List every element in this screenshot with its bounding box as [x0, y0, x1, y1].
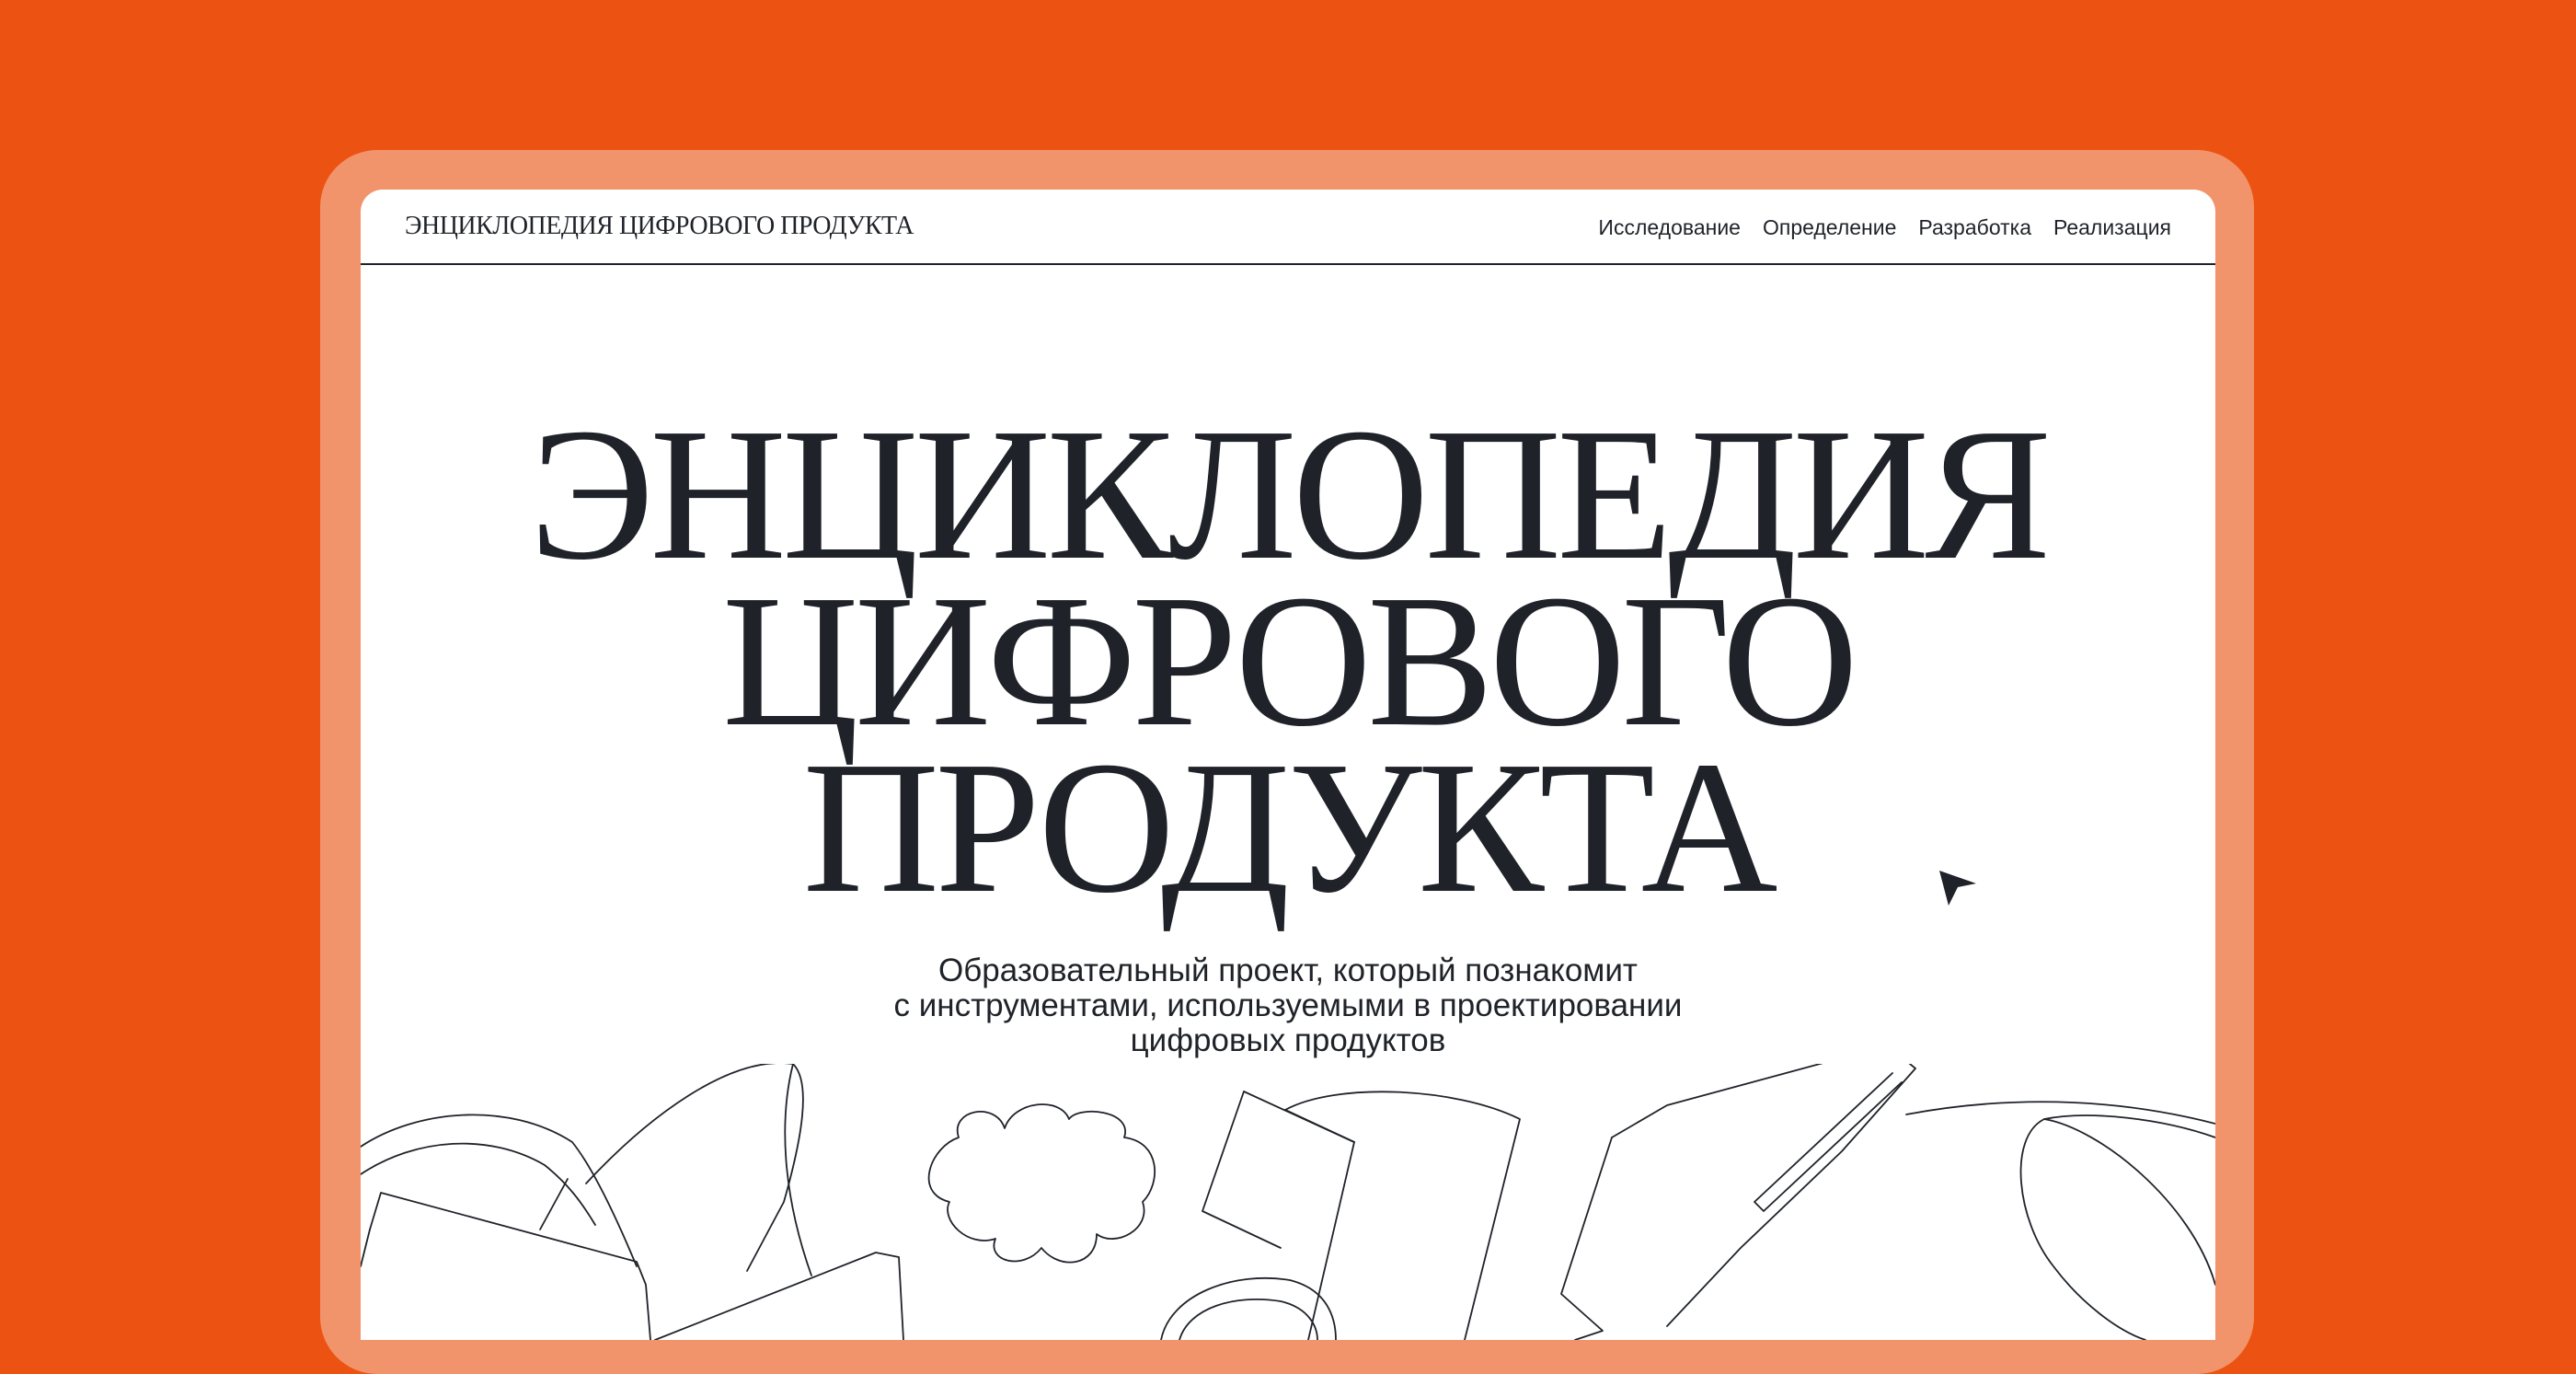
site-logo[interactable]: ЭНЦИКЛОПЕДИЯ ЦИФРОВОГО ПРОДУКТА [405, 212, 914, 241]
line-art-illustration [361, 1064, 2215, 1340]
nav-link-research[interactable]: Исследование [1598, 215, 1741, 240]
hero-subtitle-line: с инструментами, используемыми в проекти… [893, 987, 1683, 1023]
hero-subtitle-line: Образовательный проект, который познаком… [938, 953, 1638, 988]
hero-title: ЭНЦИКЛОПЕДИЯ ЦИФРОВОГО ПРОДУКТА [361, 388, 2215, 922]
screen: ЭНЦИКЛОПЕДИЯ ЦИФРОВОГО ПРОДУКТА Исследов… [361, 190, 2215, 1340]
top-bar: ЭНЦИКЛОПЕДИЯ ЦИФРОВОГО ПРОДУКТА Исследов… [361, 190, 2215, 265]
hero-title-line: ЦИФРОВОГО [721, 555, 1858, 766]
nav-link-development[interactable]: Разработка [1918, 215, 2031, 240]
hero-subtitle-line: цифровых продуктов [1130, 1022, 1446, 1058]
nav-link-definition[interactable]: Определение [1763, 215, 1896, 240]
nav-link-implementation[interactable]: Реализация [2053, 215, 2171, 240]
main-nav: Исследование Определение Разработка Реал… [1598, 215, 2171, 240]
hero-title-line: ЭНЦИКЛОПЕДИЯ [529, 388, 2051, 599]
hero-subtitle: Образовательный проект, который познаком… [361, 953, 2215, 1058]
mouse-pointer-icon [1939, 871, 1976, 906]
